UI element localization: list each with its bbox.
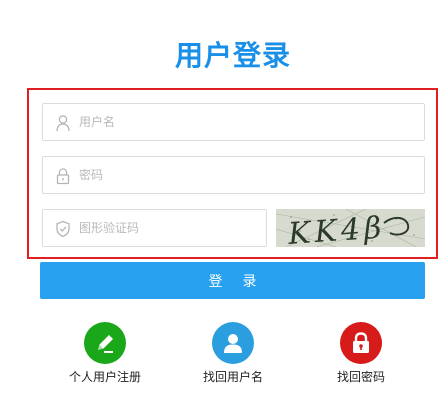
register-shortcut[interactable]: 个人用户注册 (50, 322, 160, 385)
lock-outline-icon (55, 167, 71, 185)
captcha-field[interactable] (42, 209, 267, 247)
recover-username-shortcut[interactable]: 找回用户名 (178, 322, 288, 385)
page-title: 用户登录 (174, 39, 291, 72)
recover-password-label[interactable]: 找回密码 (306, 368, 416, 385)
captcha-text: KK4β (286, 210, 386, 247)
recover-password-shortcut[interactable]: 找回密码 (306, 322, 416, 385)
login-form: KK4β (27, 88, 438, 259)
password-input[interactable] (79, 157, 416, 193)
recover-username-label[interactable]: 找回用户名 (178, 368, 288, 385)
login-page: 用户登录 用户名 图形验证码 KK4β 登录 个人用户注册 找回用户名 找回密码 (0, 0, 440, 419)
pencil-icon[interactable] (84, 322, 126, 364)
lock-icon[interactable] (340, 322, 382, 364)
register-label[interactable]: 个人用户注册 (50, 368, 160, 385)
username-input[interactable] (79, 104, 416, 140)
password-field[interactable] (42, 156, 425, 194)
user-outline-icon (55, 114, 71, 132)
captcha-image[interactable]: KK4β (276, 209, 425, 247)
captcha-input[interactable] (79, 210, 258, 246)
shield-check-icon (55, 220, 71, 238)
username-field[interactable] (42, 103, 425, 141)
user-icon[interactable] (212, 322, 254, 364)
login-button[interactable]: 登录 (40, 262, 425, 299)
